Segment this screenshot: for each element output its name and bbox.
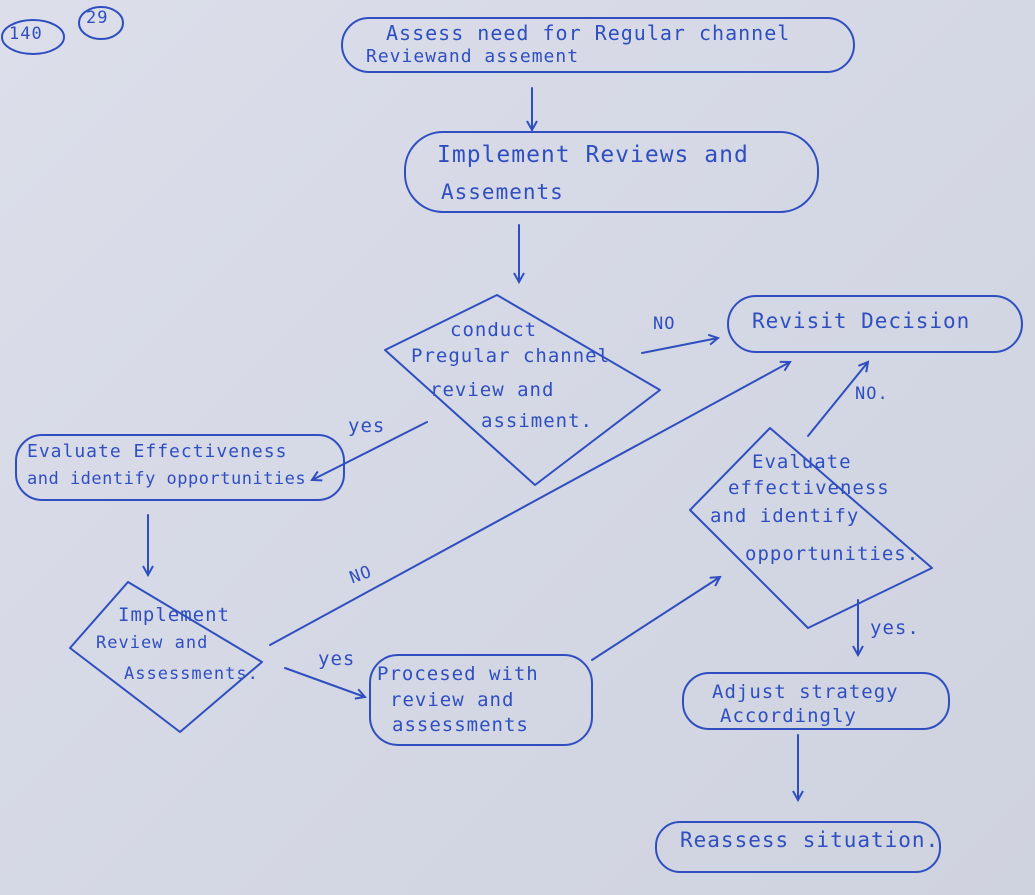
adjust-line-2: Accordingly	[720, 705, 857, 727]
implement-review-line-1: Implement	[118, 604, 230, 626]
label-conduct-no: NO	[653, 314, 676, 334]
evaluate-right-line-3: and identify	[710, 505, 860, 527]
proceed-line-3: assessments	[392, 714, 529, 736]
label-conduct-yes: yes	[348, 415, 386, 437]
corner-mark-29: 29	[86, 8, 109, 28]
conduct-line-4: assiment.	[481, 410, 593, 432]
implement-reviews-line-1: Implement Reviews and	[437, 142, 749, 168]
implement-review-line-2: Review and	[96, 633, 209, 653]
top-node-line-2: Reviewand assement	[366, 46, 580, 67]
top-node-line-1: Assess need for Regular channel	[386, 21, 791, 45]
proceed-line-1: Procesed with	[377, 663, 539, 685]
label-evaluate-right-no: NO.	[855, 384, 889, 404]
implement-reviews-line-2: Assements	[441, 180, 564, 204]
revisit-decision: Revisit Decision	[752, 309, 971, 333]
flowchart-page: 140 29 Assess need for Regular channel R…	[0, 0, 1035, 895]
conduct-line-1: conduct	[450, 319, 538, 341]
reassess-situation: Reassess situation.	[680, 828, 940, 852]
conduct-line-2: Pregular channel	[411, 345, 611, 367]
evaluate-right-line-4: opportunities.	[745, 543, 920, 565]
label-evaluate-right-yes: yes.	[870, 617, 920, 639]
arrow-implement-no-to-revisit	[269, 362, 790, 646]
arrow-implement-yes-to-proceed	[284, 667, 365, 697]
implement-review-line-3: Assessments.	[124, 664, 259, 684]
evaluate-right-line-2: effectiveness	[728, 477, 890, 499]
evaluate-right-line-1: Evaluate	[752, 451, 852, 473]
arrow-conduct-no-to-revisit	[641, 338, 718, 354]
arrow-proceed-to-evaluate-right	[591, 577, 720, 661]
conduct-line-3: review and	[430, 379, 555, 401]
adjust-line-1: Adjust strategy	[712, 681, 899, 703]
label-implement-yes: yes	[318, 648, 356, 670]
evaluate-left-line-1: Evaluate Effectiveness	[27, 441, 288, 462]
corner-mark-140: 140	[9, 24, 43, 44]
proceed-line-2: review and	[390, 689, 515, 711]
evaluate-left-line-2: and identify opportunities	[27, 469, 307, 489]
